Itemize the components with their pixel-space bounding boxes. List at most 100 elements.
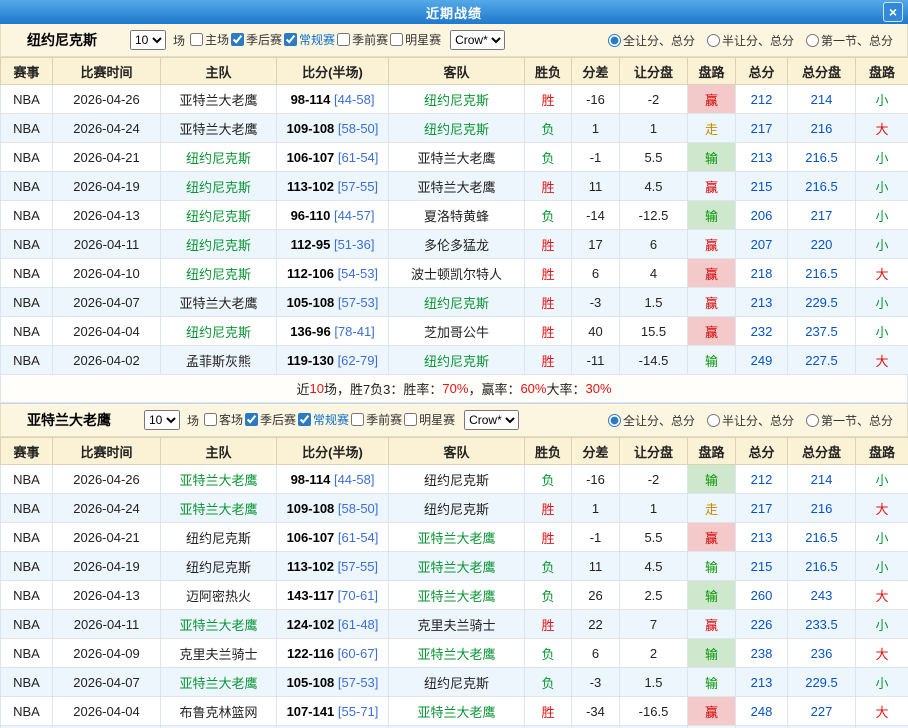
cell-away-team: 纽约尼克斯 bbox=[389, 288, 525, 317]
checkbox-input[interactable] bbox=[204, 413, 217, 426]
cell-league: NBA bbox=[1, 639, 53, 668]
filter-checkbox-季后赛[interactable]: 季后赛 bbox=[245, 411, 296, 428]
filter-checkbox-季后赛[interactable]: 季后赛 bbox=[231, 31, 282, 48]
away-team-name: 亚特兰大老鹰 bbox=[417, 531, 495, 546]
radio-input[interactable] bbox=[608, 414, 621, 427]
cell-handicap-line: -12.5 bbox=[620, 201, 688, 230]
checkbox-input[interactable] bbox=[390, 33, 403, 46]
filter-checkbox-常规赛[interactable]: 常规赛 bbox=[298, 411, 349, 428]
cell-league: NBA bbox=[1, 523, 53, 552]
cell-league: NBA bbox=[1, 581, 53, 610]
radio-input[interactable] bbox=[707, 34, 720, 47]
cell-league: NBA bbox=[1, 230, 53, 259]
cell-total-points: 248 bbox=[736, 697, 788, 726]
home-team-name: 亚特兰大老鹰 bbox=[179, 122, 257, 137]
checkbox-input[interactable] bbox=[245, 413, 258, 426]
filter-bar: 纽约尼克斯 10 场 主场季后赛常规赛季前赛明星赛 Crow* 全让分、总分半让… bbox=[0, 24, 908, 57]
cell-handicap-result: 输 bbox=[688, 581, 736, 610]
checkbox-input[interactable] bbox=[351, 413, 364, 426]
cell-win-loss: 胜 bbox=[525, 288, 572, 317]
radio-半让分、总分[interactable]: 半让分、总分 bbox=[707, 32, 794, 49]
cell-win-loss: 负 bbox=[525, 668, 572, 697]
cell-total-points: 207 bbox=[736, 230, 788, 259]
cell-point-diff: 11 bbox=[572, 172, 620, 201]
checkbox-input[interactable] bbox=[231, 33, 244, 46]
radio-input[interactable] bbox=[806, 34, 819, 47]
column-header-3: 比分(半场) bbox=[277, 58, 389, 85]
cell-away-team: 纽约尼克斯 bbox=[389, 465, 525, 494]
cell-total-points: 212 bbox=[736, 85, 788, 114]
cell-away-team: 亚特兰大老鹰 bbox=[389, 143, 525, 172]
filter-checkbox-季前赛[interactable]: 季前赛 bbox=[351, 411, 402, 428]
filter-checkbox-常规赛[interactable]: 常规赛 bbox=[284, 31, 335, 48]
cell-total-points: 218 bbox=[736, 259, 788, 288]
radio-全让分、总分[interactable]: 全让分、总分 bbox=[608, 32, 695, 49]
cell-total-line: 214 bbox=[788, 85, 856, 114]
summary-text-segment: 60% bbox=[520, 381, 546, 396]
home-team-name: 迈阿密热火 bbox=[186, 589, 251, 604]
cell-home-team: 亚特兰大老鹰 bbox=[161, 610, 277, 639]
cell-handicap-result: 输 bbox=[688, 143, 736, 172]
half-score-text: [57-53] bbox=[338, 295, 378, 310]
home-team-name: 克里夫兰骑士 bbox=[179, 647, 257, 662]
radio-第一节、总分[interactable]: 第一节、总分 bbox=[806, 412, 893, 429]
odds-source-select[interactable]: Crow* bbox=[450, 30, 505, 50]
filter-checkbox-明星赛[interactable]: 明星赛 bbox=[404, 411, 455, 428]
score-text: 113-102 bbox=[287, 179, 334, 194]
radio-input[interactable] bbox=[608, 34, 621, 47]
cell-home-team: 纽约尼克斯 bbox=[161, 317, 277, 346]
games-count-select[interactable]: 10 bbox=[130, 30, 166, 50]
cell-total-points: 226 bbox=[736, 610, 788, 639]
filter-checkbox-季前赛[interactable]: 季前赛 bbox=[337, 31, 388, 48]
checkbox-input[interactable] bbox=[190, 33, 203, 46]
filter-checkbox-客场[interactable]: 客场 bbox=[204, 411, 243, 428]
half-score-text: [44-58] bbox=[334, 92, 374, 107]
cell-home-team: 迈阿密热火 bbox=[161, 581, 277, 610]
cell-total-line: 216 bbox=[788, 114, 856, 143]
checkbox-input[interactable] bbox=[284, 33, 297, 46]
cell-score: 107-141 [55-71] bbox=[277, 697, 389, 726]
radio-input[interactable] bbox=[806, 414, 819, 427]
cell-score: 113-102 [57-55] bbox=[277, 552, 389, 581]
cell-total-points: 213 bbox=[736, 288, 788, 317]
away-team-name: 克里夫兰骑士 bbox=[417, 618, 495, 633]
cell-handicap-result: 赢 bbox=[688, 317, 736, 346]
away-team-name: 波士顿凯尔特人 bbox=[411, 267, 502, 282]
away-team-name: 亚特兰大老鹰 bbox=[417, 151, 495, 166]
cell-date: 2026-04-04 bbox=[53, 697, 161, 726]
cell-home-team: 纽约尼克斯 bbox=[161, 143, 277, 172]
cell-total-line: 216.5 bbox=[788, 143, 856, 172]
cell-handicap-result: 走 bbox=[688, 114, 736, 143]
radio-半让分、总分[interactable]: 半让分、总分 bbox=[707, 412, 794, 429]
checkbox-input[interactable] bbox=[404, 413, 417, 426]
checkbox-input[interactable] bbox=[298, 413, 311, 426]
cell-handicap-line: -2 bbox=[620, 85, 688, 114]
column-header-8: 盘路 bbox=[688, 58, 736, 85]
cell-handicap-line: -16.5 bbox=[620, 697, 688, 726]
half-score-text: [70-61] bbox=[338, 588, 378, 603]
cell-away-team: 多伦多猛龙 bbox=[389, 230, 525, 259]
cell-win-loss: 负 bbox=[525, 552, 572, 581]
radio-全让分、总分[interactable]: 全让分、总分 bbox=[608, 412, 695, 429]
radio-input[interactable] bbox=[707, 414, 720, 427]
radio-第一节、总分[interactable]: 第一节、总分 bbox=[806, 32, 893, 49]
filter-checkbox-主场[interactable]: 主场 bbox=[190, 31, 229, 48]
checkbox-input[interactable] bbox=[337, 33, 350, 46]
filter-checkbox-明星赛[interactable]: 明星赛 bbox=[390, 31, 441, 48]
close-button[interactable]: × bbox=[883, 2, 903, 22]
cell-date: 2026-04-07 bbox=[53, 288, 161, 317]
cell-home-team: 亚特兰大老鹰 bbox=[161, 85, 277, 114]
cell-total-result: 大 bbox=[856, 494, 908, 523]
cell-total-line: 237.5 bbox=[788, 317, 856, 346]
cell-score: 105-108 [57-53] bbox=[277, 288, 389, 317]
score-text: 136-96 bbox=[290, 324, 330, 339]
cell-league: NBA bbox=[1, 668, 53, 697]
column-header-6: 分差 bbox=[572, 438, 620, 465]
cell-league: NBA bbox=[1, 552, 53, 581]
odds-source-select[interactable]: Crow* bbox=[464, 410, 519, 430]
cell-handicap-result: 赢 bbox=[688, 288, 736, 317]
table-row: NBA 2026-04-09 克里夫兰骑士 122-116 [60-67] 亚特… bbox=[1, 639, 908, 668]
home-team-name: 孟菲斯灰熊 bbox=[186, 354, 251, 369]
table-row: NBA 2026-04-11 亚特兰大老鹰 124-102 [61-48] 克里… bbox=[1, 610, 908, 639]
games-count-select[interactable]: 10 bbox=[144, 410, 180, 430]
